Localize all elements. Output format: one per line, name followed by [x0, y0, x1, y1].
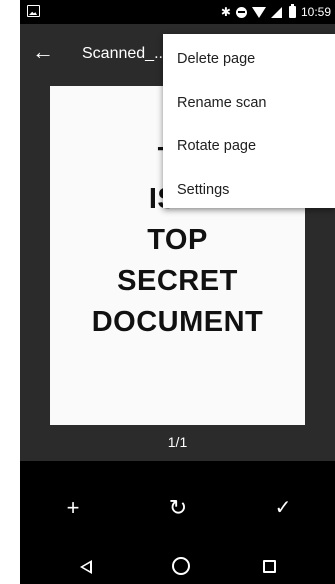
battery-icon	[288, 4, 296, 18]
rotate-icon[interactable]: ↻	[163, 493, 193, 523]
menu-item-rename-scan[interactable]: Rename scan	[163, 82, 335, 126]
status-time: 10:59	[300, 5, 331, 19]
overflow-menu: Delete page Rename scan Rotate page Sett…	[163, 34, 335, 208]
menu-item-settings[interactable]: Settings	[163, 169, 335, 213]
menu-item-rotate-page[interactable]: Rotate page	[163, 125, 335, 169]
system-nav-bar	[20, 548, 335, 584]
page-indicator: 1/1	[167, 434, 188, 450]
status-bar: ✱ 10:59	[20, 0, 335, 24]
wifi-icon	[251, 6, 266, 18]
bluetooth-icon: ✱	[220, 5, 231, 19]
document-line: SECRET	[117, 265, 238, 297]
back-arrow-icon[interactable]: ←	[30, 40, 56, 66]
nav-recents-icon[interactable]	[263, 560, 276, 573]
image-notification-icon	[27, 5, 40, 17]
add-page-icon[interactable]: +	[58, 493, 88, 523]
action-bar: + ↻ ✓	[20, 461, 335, 553]
scan-title: Scanned_...	[82, 45, 168, 62]
nav-home-icon[interactable]	[172, 557, 190, 575]
cellular-signal-icon	[270, 6, 282, 18]
do-not-disturb-icon	[235, 6, 247, 18]
menu-item-delete-page[interactable]: Delete page	[163, 38, 335, 82]
nav-back-icon[interactable]	[80, 560, 92, 574]
done-check-icon[interactable]: ✓	[268, 493, 298, 523]
status-icons: ✱ 10:59	[221, 4, 331, 20]
document-line: DOCUMENT	[91, 306, 264, 338]
document-line: TOP	[147, 224, 208, 256]
